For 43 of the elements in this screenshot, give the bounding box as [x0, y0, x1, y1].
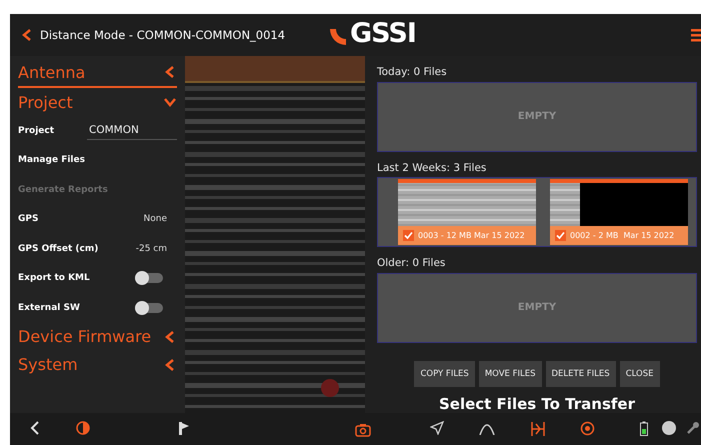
field-label: Project: [18, 126, 54, 136]
toggle-switch[interactable]: [135, 273, 163, 284]
setting-value: -25 cm: [136, 244, 167, 254]
navigation-arrow-icon[interactable]: [430, 421, 444, 435]
group-label: Older: 0 Files: [377, 257, 446, 272]
battery-icon: [640, 421, 648, 436]
section-header[interactable]: Antenna: [18, 62, 86, 82]
status-message: Select Files To Transfer: [438, 394, 636, 413]
setting-label: Export to KML: [18, 273, 90, 284]
action-button[interactable]: CLOSE: [620, 360, 660, 387]
empty-label: EMPTY: [518, 111, 556, 122]
section-header[interactable]: Project: [18, 92, 73, 112]
back-chevron-icon[interactable]: [30, 421, 40, 435]
contrast-icon[interactable]: [76, 421, 90, 435]
file-label: 0003 - 12 MB Mar 15 2022: [418, 231, 525, 240]
status-circle-icon: [662, 421, 676, 435]
menu-icon[interactable]: [691, 28, 701, 42]
file-card[interactable]: 0003 - 12 MB Mar 15 2022: [398, 179, 536, 246]
logo-text: GSSI: [350, 18, 416, 49]
file-card[interactable]: 0002 - 2 MB Mar 15 2022: [550, 179, 688, 246]
setting-label: GPS Offset (cm): [18, 244, 98, 254]
camera-icon[interactable]: [355, 423, 371, 437]
empty-label: EMPTY: [518, 302, 556, 314]
group-label: Last 2 Weeks: 3 Files: [377, 162, 488, 176]
setting-label: GPS: [18, 214, 38, 224]
group-label: Today: 0 Files: [377, 66, 448, 80]
section-header[interactable]: Device Firmware: [18, 327, 152, 346]
section-header[interactable]: System: [18, 355, 78, 374]
start-marker-icon[interactable]: [178, 421, 190, 435]
action-button[interactable]: COPY FILES: [414, 360, 475, 387]
toggle-switch[interactable]: [135, 302, 163, 313]
wrench-icon[interactable]: [686, 421, 700, 435]
checkbox[interactable]: [555, 230, 566, 242]
setting-value: None: [144, 214, 167, 224]
window-title: Distance Mode - COMMON-COMMON_0014: [40, 28, 286, 42]
project-field[interactable]: COMMON: [87, 121, 177, 140]
action-button[interactable]: DELETE FILES: [546, 360, 616, 387]
menu-link[interactable]: Manage Files: [18, 155, 85, 166]
action-button[interactable]: MOVE FILES: [478, 360, 542, 387]
checkbox[interactable]: [403, 230, 414, 242]
record-icon[interactable]: [580, 421, 595, 436]
file-label: 0002 - 2 MB Mar 15 2022: [570, 231, 674, 240]
setting-label: External SW: [18, 302, 80, 313]
